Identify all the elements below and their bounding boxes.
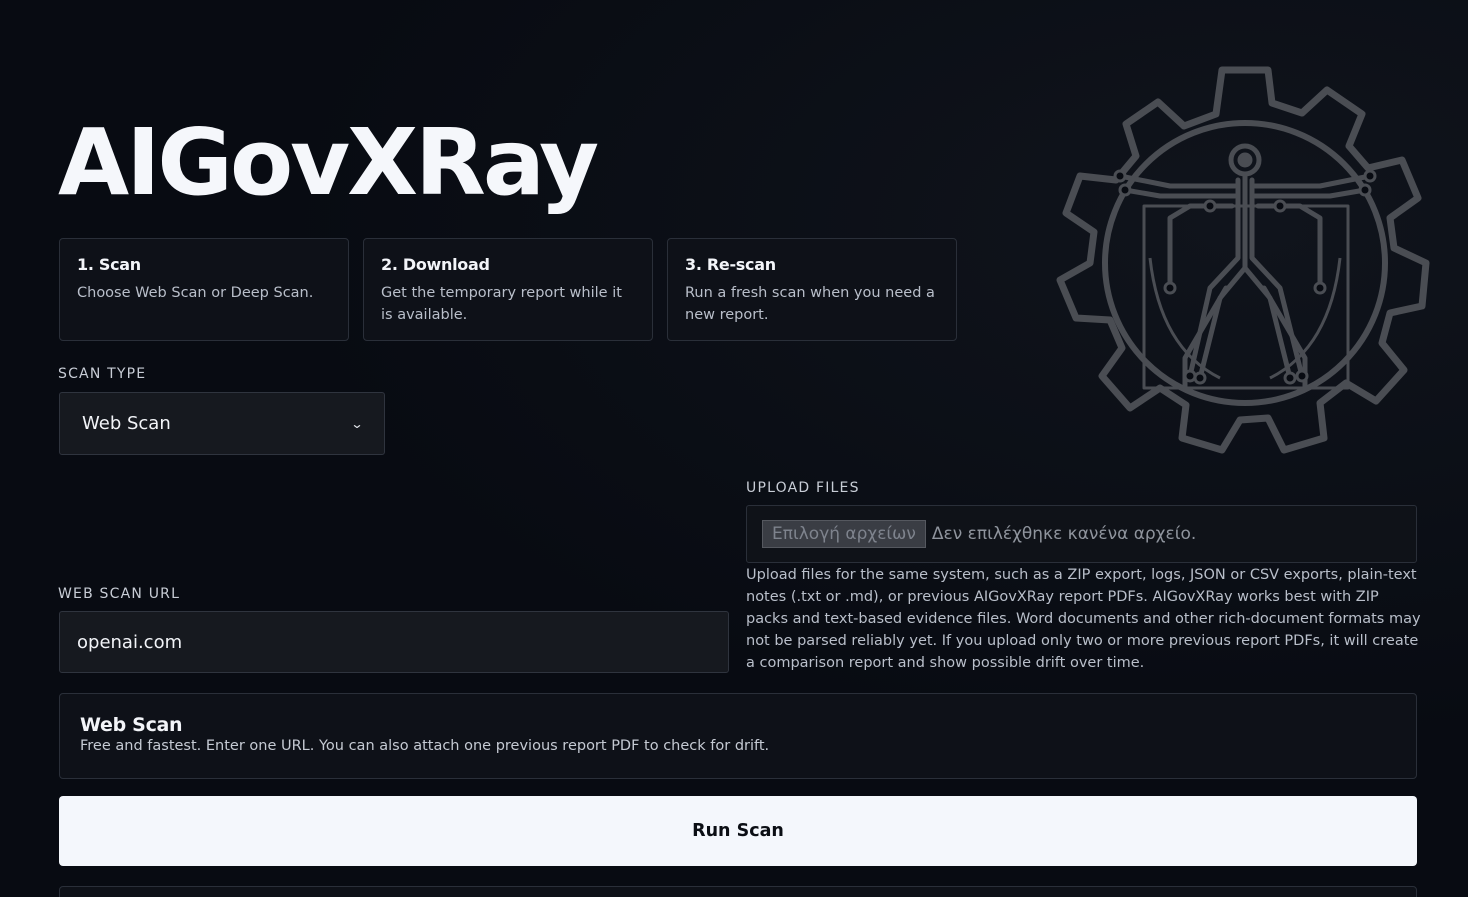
step-description: Get the temporary report while it is ava… — [381, 285, 622, 323]
upload-help-text: Upload files for the same system, such a… — [746, 567, 1421, 671]
run-scan-button[interactable]: Run Scan — [59, 796, 1417, 866]
results-panel — [59, 886, 1417, 897]
step-card-rescan: 3. Re-scan Run a fresh scan when you nee… — [667, 238, 957, 341]
upload-files-label: UPLOAD FILES — [746, 480, 860, 496]
web-scan-url-input[interactable] — [59, 611, 729, 673]
step-title: 1. Scan — [77, 255, 141, 274]
step-description: Choose Web Scan or Deep Scan. — [77, 285, 314, 301]
scan-mode-description: Free and fastest. Enter one URL. You can… — [80, 738, 770, 754]
web-scan-url-label: WEB SCAN URL — [58, 586, 181, 602]
choose-files-button[interactable]: Επιλογή αρχείων — [762, 520, 926, 548]
step-card-download: 2. Download Get the temporary report whi… — [363, 238, 653, 341]
step-card-scan: 1. Scan Choose Web Scan or Deep Scan. — [59, 238, 349, 341]
page: AIGovXRay 1. Scan Choose Web Scan or Dee… — [0, 0, 1468, 897]
gear-vitruvian-logo-icon — [1056, 66, 1430, 454]
app-title: AIGovXRay — [58, 109, 599, 216]
file-upload-field[interactable]: Επιλογή αρχείων Δεν επιλέχθηκε κανένα αρ… — [746, 505, 1417, 563]
chevron-down-icon: ⌄ — [350, 416, 364, 431]
step-description: Run a fresh scan when you need a new rep… — [685, 285, 935, 323]
file-status-text: Δεν επιλέχθηκε κανένα αρχείο. — [931, 524, 1197, 544]
scan-type-label: SCAN TYPE — [58, 366, 147, 382]
step-title: 2. Download — [381, 255, 490, 274]
step-title: 3. Re-scan — [685, 255, 776, 274]
scan-mode-title: Web Scan — [80, 714, 183, 736]
scan-mode-info-panel: Web Scan Free and fastest. Enter one URL… — [59, 693, 1417, 779]
scan-type-selected-value: Web Scan — [82, 413, 171, 434]
scan-type-select[interactable]: Web Scan ⌄ — [59, 392, 385, 455]
